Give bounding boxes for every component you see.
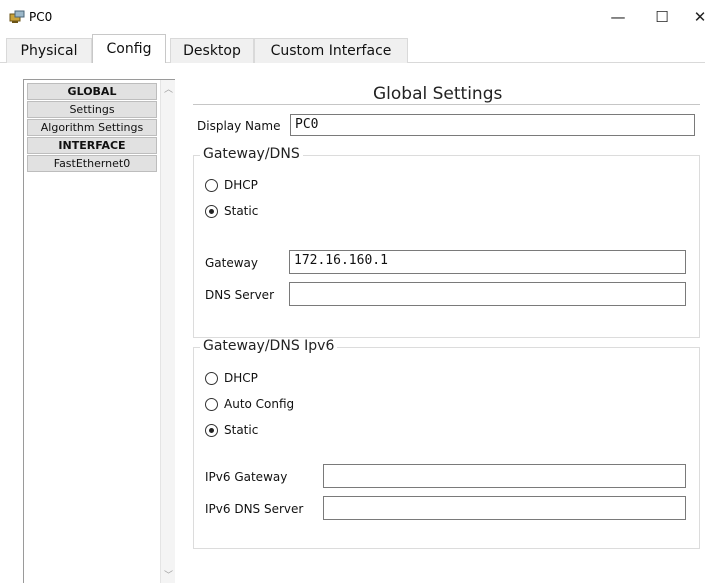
title-bar: PC0 — ☐ ✕ xyxy=(0,0,705,34)
ipv6-static-radio[interactable]: Static xyxy=(205,423,258,437)
display-name-input[interactable]: PC0 xyxy=(290,114,695,136)
ipv6-auto-config-label: Auto Config xyxy=(224,397,295,411)
tab-physical[interactable]: Physical xyxy=(6,38,92,63)
sidebar-scrollbar[interactable]: ︿ ﹀ xyxy=(160,80,175,583)
gateway-static-radio[interactable]: Static xyxy=(205,204,258,218)
scroll-up-icon[interactable]: ︿ xyxy=(164,82,173,95)
gateway-dns-ipv6-title: Gateway/DNS Ipv6 xyxy=(200,338,338,354)
ipv6-dhcp-label: DHCP xyxy=(224,371,258,385)
gateway-dhcp-radio[interactable]: DHCP xyxy=(205,178,258,192)
gateway-static-label: Static xyxy=(224,204,259,218)
display-name-label: Display Name xyxy=(197,119,281,133)
gateway-label: Gateway xyxy=(205,256,259,270)
tab-custom-interface[interactable]: Custom Interface xyxy=(254,38,408,63)
scroll-down-icon[interactable]: ﹀ xyxy=(164,568,173,581)
ipv6-auto-config-radio[interactable]: Auto Config xyxy=(205,397,294,411)
maximize-button[interactable]: ☐ xyxy=(647,6,677,28)
gateway-input[interactable]: 172.16.160.1 xyxy=(289,250,686,274)
dns-server-input[interactable] xyxy=(289,282,686,306)
gateway-dns-group xyxy=(193,155,700,338)
gateway-dhcp-label: DHCP xyxy=(224,178,258,192)
sidebar-list: GLOBAL Settings Algorithm Settings INTER… xyxy=(27,83,157,173)
radio-checked-icon xyxy=(205,204,218,218)
gateway-dns-title: Gateway/DNS xyxy=(200,146,303,162)
window-title: PC0 xyxy=(29,10,53,24)
dns-server-label: DNS Server xyxy=(205,288,274,302)
sidebar-item-settings[interactable]: Settings xyxy=(27,101,157,118)
sidebar-header-interface: INTERFACE xyxy=(27,137,157,154)
ipv6-gateway-input[interactable] xyxy=(323,464,686,488)
close-button[interactable]: ✕ xyxy=(685,6,705,28)
ipv6-static-label: Static xyxy=(224,423,259,437)
tab-desktop[interactable]: Desktop xyxy=(170,38,254,63)
minimize-button[interactable]: — xyxy=(603,6,633,28)
ipv6-dns-server-input[interactable] xyxy=(323,496,686,520)
page-title: Global Settings xyxy=(373,84,503,104)
radio-unchecked-icon xyxy=(205,371,218,385)
ipv6-dns-server-label: IPv6 DNS Server xyxy=(205,502,304,516)
sidebar-item-fastethernet0[interactable]: FastEthernet0 xyxy=(27,155,157,172)
radio-unchecked-icon xyxy=(205,178,218,192)
tab-config[interactable]: Config xyxy=(92,34,166,63)
ipv6-dhcp-radio[interactable]: DHCP xyxy=(205,371,258,385)
pc-app-icon xyxy=(9,10,25,23)
radio-unchecked-icon xyxy=(205,397,218,411)
sidebar-header-global: GLOBAL xyxy=(27,83,157,100)
radio-checked-icon xyxy=(205,423,218,437)
config-sidebar: GLOBAL Settings Algorithm Settings INTER… xyxy=(23,79,175,583)
title-divider xyxy=(193,104,700,105)
ipv6-gateway-label: IPv6 Gateway xyxy=(205,470,288,484)
sidebar-item-algorithm-settings[interactable]: Algorithm Settings xyxy=(27,119,157,136)
